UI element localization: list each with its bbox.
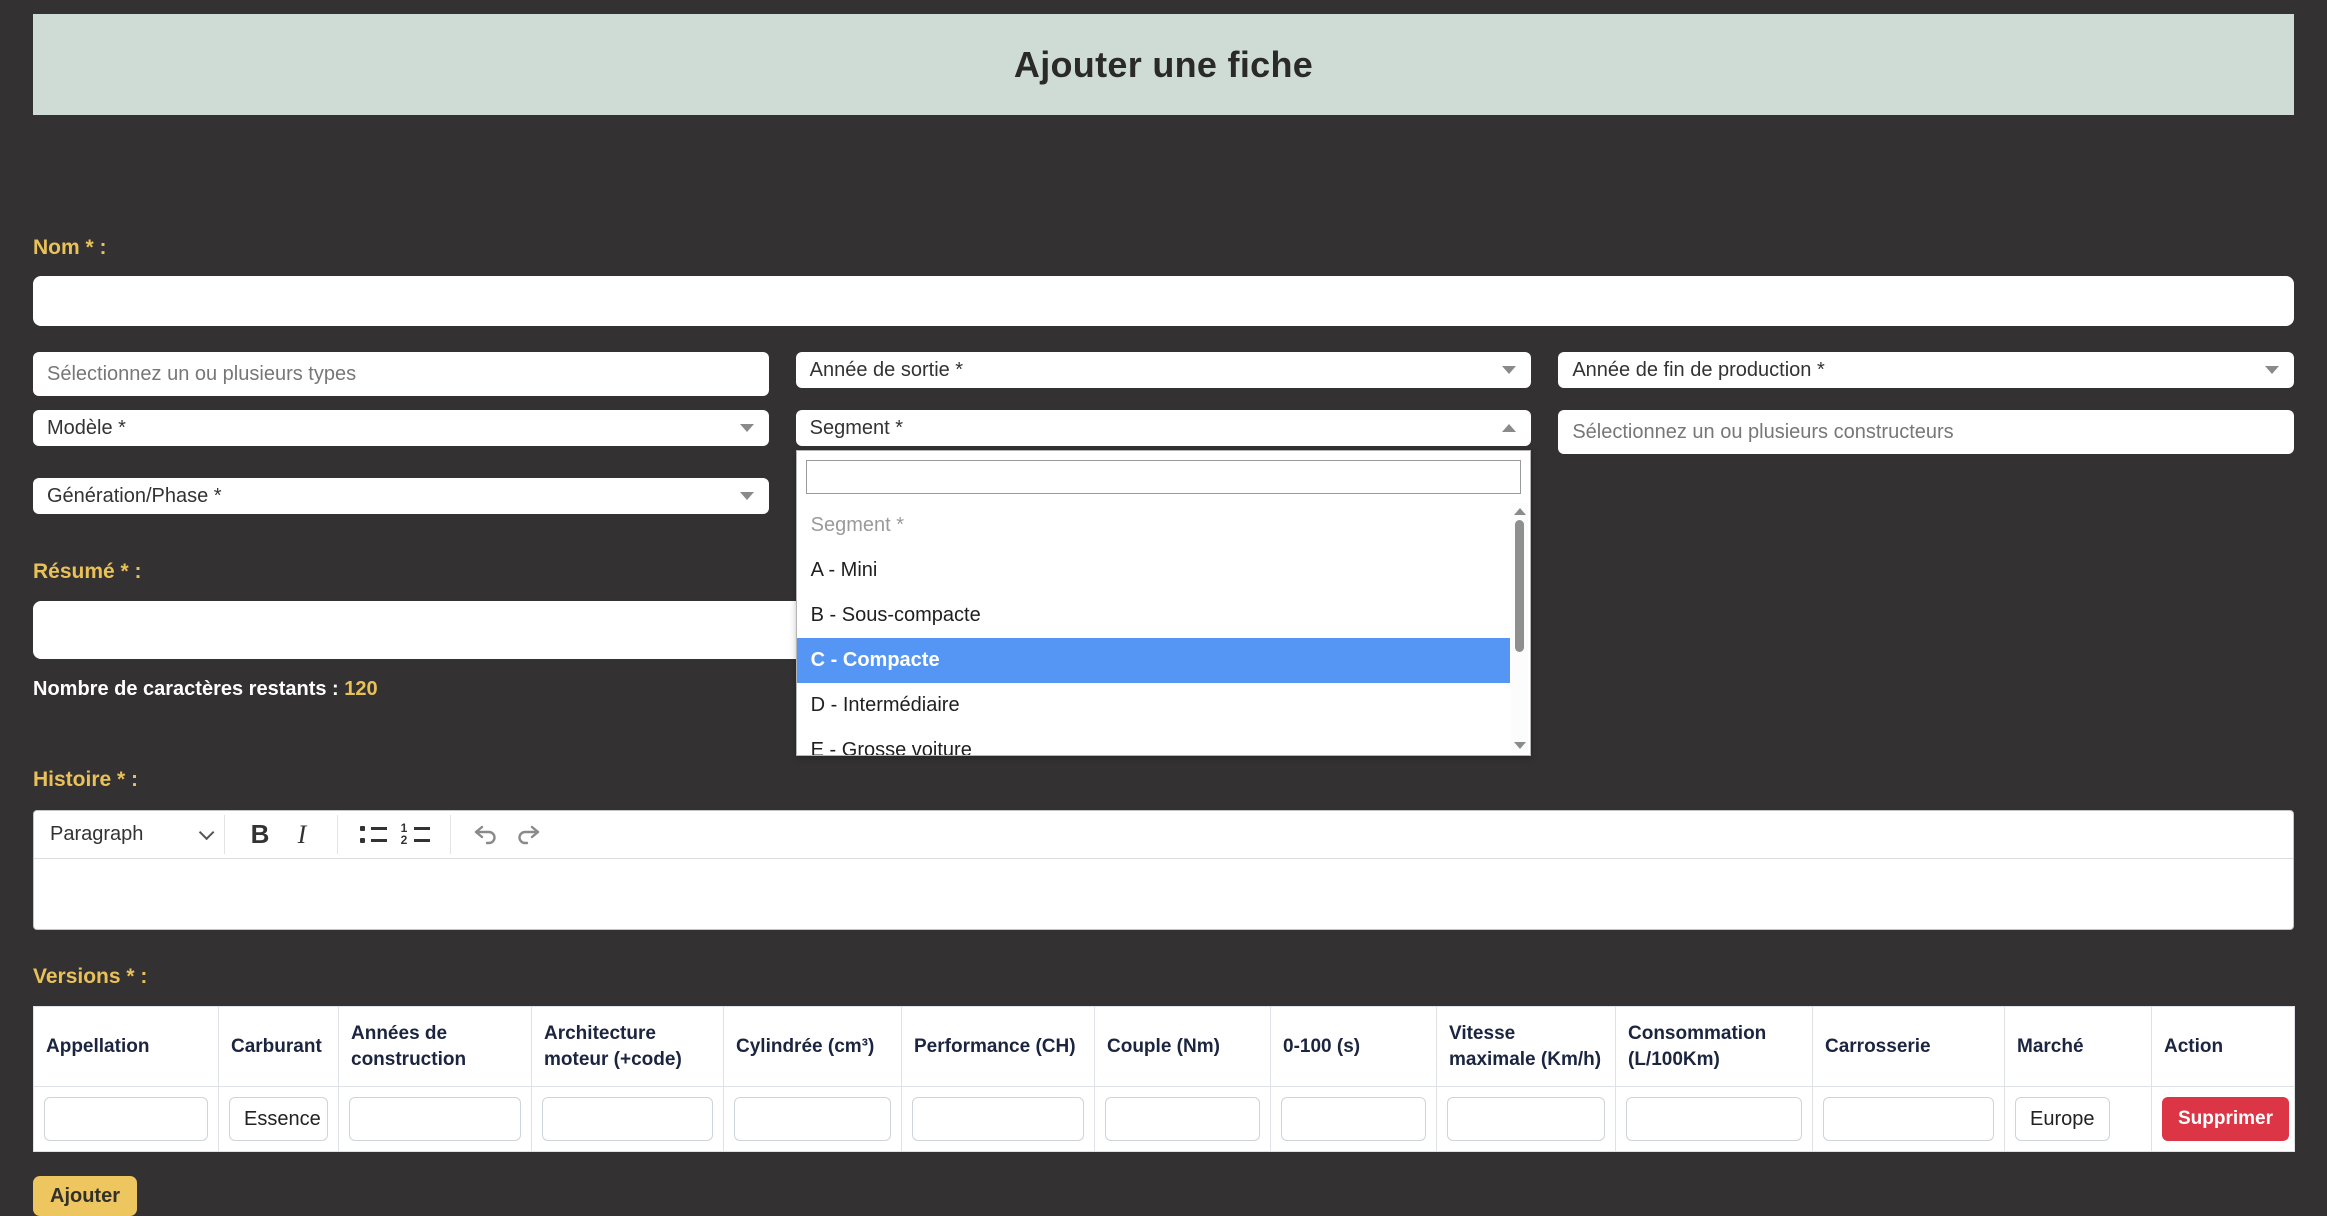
segment-option-a-mini[interactable]: A - Mini	[797, 548, 1511, 593]
couple-input[interactable]	[1105, 1097, 1260, 1141]
col-marche: Marché	[2005, 1007, 2152, 1087]
scrollbar-thumb[interactable]	[1515, 520, 1524, 652]
generation-select-value: Génération/Phase *	[47, 485, 222, 508]
segment-dropdown: Segment * A - Mini B - Sous-compacte C -…	[796, 450, 1532, 756]
chevron-down-icon	[740, 424, 754, 432]
histoire-label: Histoire * :	[33, 768, 2294, 792]
form-row-2: Modèle * Segment * Segment * A - Mini B …	[33, 410, 2294, 454]
toolbar-separator	[224, 815, 225, 854]
bulleted-list-icon	[360, 826, 387, 843]
annee-fin-select-value: Année de fin de production *	[1572, 359, 1824, 382]
annee-sortie-select[interactable]: Année de sortie *	[796, 352, 1532, 388]
annee-sortie-select-value: Année de sortie *	[810, 359, 963, 382]
marche-select-value: Europe	[2030, 1108, 2095, 1131]
segment-option-c-compacte[interactable]: C - Compacte	[797, 638, 1511, 683]
col-consommation: Consommation (L/100Km)	[1616, 1007, 1813, 1087]
chevron-down-icon	[1502, 366, 1516, 374]
toolbar-separator	[337, 815, 338, 854]
nom-label: Nom * :	[33, 236, 2294, 260]
modele-select[interactable]: Modèle *	[33, 410, 769, 446]
page-title: Ajouter une fiche	[1014, 44, 1313, 86]
segment-options-list: Segment * A - Mini B - Sous-compacte C -…	[797, 503, 1531, 756]
numbered-list-button[interactable]: 1 2	[394, 815, 436, 855]
scroll-down-icon[interactable]	[1511, 737, 1528, 753]
bold-button[interactable]: B	[239, 815, 281, 855]
ajouter-button[interactable]: Ajouter	[33, 1176, 137, 1216]
paragraph-style-value: Paragraph	[50, 823, 143, 846]
marche-select[interactable]: Europe	[2015, 1097, 2110, 1141]
supprimer-button[interactable]: Supprimer	[2162, 1097, 2289, 1141]
segment-option-placeholder[interactable]: Segment *	[797, 503, 1511, 548]
carburant-select-value: Essence	[244, 1108, 321, 1131]
col-couple: Couple (Nm)	[1095, 1007, 1271, 1087]
architecture-moteur-input[interactable]	[542, 1097, 713, 1141]
histoire-editor-content[interactable]	[34, 859, 2293, 929]
page: Ajouter une fiche Nom * : Année de sorti…	[0, 0, 2327, 1216]
segment-select[interactable]: Segment *	[796, 410, 1532, 446]
col-performance: Performance (CH)	[902, 1007, 1095, 1087]
chevron-down-icon	[199, 825, 215, 841]
redo-button[interactable]	[507, 815, 549, 855]
appellation-input[interactable]	[44, 1097, 208, 1141]
scroll-up-icon[interactable]	[1511, 503, 1528, 519]
segment-field: Segment * Segment * A - Mini B - Sous-co…	[796, 410, 1532, 446]
generation-select[interactable]: Génération/Phase *	[33, 478, 769, 514]
chevron-down-icon	[2265, 366, 2279, 374]
col-carrosserie: Carrosserie	[1813, 1007, 2005, 1087]
bold-icon: B	[251, 819, 270, 850]
paragraph-style-dropdown[interactable]: Paragraph	[50, 815, 210, 855]
editor-toolbar: Paragraph B I 1 2	[34, 811, 2293, 859]
col-appellation: Appellation	[34, 1007, 219, 1087]
chars-remaining-label: Nombre de caractères restants :	[33, 678, 344, 700]
chevron-down-icon	[740, 492, 754, 500]
chars-remaining-count: 120	[344, 678, 377, 700]
performance-input[interactable]	[912, 1097, 1084, 1141]
bulleted-list-button[interactable]	[352, 815, 394, 855]
histoire-richtext-editor: Paragraph B I 1 2	[33, 810, 2294, 930]
types-input[interactable]	[33, 352, 769, 396]
chevron-up-icon	[1502, 424, 1516, 432]
col-carburant: Carburant	[219, 1007, 339, 1087]
versions-label: Versions * :	[33, 965, 2294, 989]
cylindree-input[interactable]	[734, 1097, 891, 1141]
vitesse-maximale-input[interactable]	[1447, 1097, 1605, 1141]
segment-option-e-grosse-voiture[interactable]: E - Grosse voiture	[797, 728, 1511, 756]
0-100-input[interactable]	[1281, 1097, 1426, 1141]
version-row: Essence Europe Supprimer	[34, 1087, 2295, 1152]
dropdown-scrollbar[interactable]	[1511, 503, 1528, 753]
form-row-1: Année de sortie * Année de fin de produc…	[33, 352, 2294, 396]
segment-option-b-sous-compacte[interactable]: B - Sous-compacte	[797, 593, 1511, 638]
toolbar-separator	[450, 815, 451, 854]
nom-input[interactable]	[33, 276, 2294, 326]
annees-construction-input[interactable]	[349, 1097, 521, 1141]
carburant-select[interactable]: Essence	[229, 1097, 328, 1141]
page-header: Ajouter une fiche	[33, 14, 2294, 115]
segment-search-input[interactable]	[806, 460, 1522, 494]
carrosserie-input[interactable]	[1823, 1097, 1994, 1141]
col-0-100: 0-100 (s)	[1271, 1007, 1437, 1087]
numbered-list-icon: 1 2	[400, 826, 430, 843]
versions-header-row: Appellation Carburant Années de construc…	[34, 1007, 2295, 1087]
col-architecture-moteur: Architecture moteur (+code)	[532, 1007, 724, 1087]
undo-icon	[472, 823, 500, 847]
col-vitesse-maximale: Vitesse maximale (Km/h)	[1437, 1007, 1616, 1087]
col-annees-construction: Années de construction	[339, 1007, 532, 1087]
versions-table: Appellation Carburant Années de construc…	[33, 1006, 2295, 1152]
undo-button[interactable]	[465, 815, 507, 855]
segment-select-value: Segment *	[810, 417, 903, 440]
col-action: Action	[2152, 1007, 2295, 1087]
segment-option-d-intermediaire[interactable]: D - Intermédiaire	[797, 683, 1511, 728]
annee-fin-select[interactable]: Année de fin de production *	[1558, 352, 2294, 388]
constructeurs-input[interactable]	[1558, 410, 2294, 454]
redo-icon	[514, 823, 542, 847]
consommation-input[interactable]	[1626, 1097, 1802, 1141]
italic-icon: I	[298, 820, 307, 850]
italic-button[interactable]: I	[281, 815, 323, 855]
modele-select-value: Modèle *	[47, 417, 126, 440]
col-cylindree: Cylindrée (cm³)	[724, 1007, 902, 1087]
